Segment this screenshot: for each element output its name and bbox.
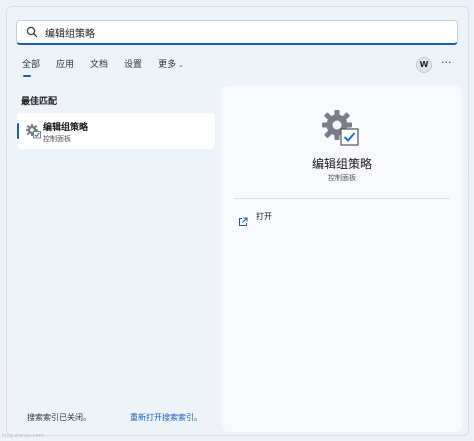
avatar[interactable]: W (416, 57, 432, 73)
group-policy-icon (25, 123, 41, 139)
watermark: blog.ztanyu.com (2, 433, 44, 439)
reopen-index-link[interactable]: 重新打开搜索索引。 (130, 412, 202, 423)
open-label: 打开 (256, 212, 272, 221)
result-subtitle: 控制面板 (43, 135, 71, 143)
tab-more-label: 更多 (158, 60, 177, 70)
best-match-result[interactable]: 编辑组策略 控制面板 (17, 113, 215, 149)
tab-settings[interactable]: 设置 (124, 58, 142, 74)
open-external-icon (238, 212, 248, 226)
detail-subtitle: 控制面板 (328, 174, 356, 182)
selection-indicator (17, 123, 19, 139)
detail-title: 编辑组策略 (311, 157, 372, 171)
search-box[interactable] (16, 20, 458, 45)
chevron-down-icon: ⌄ (178, 61, 184, 69)
more-options-icon[interactable]: ··· (441, 56, 452, 69)
best-match-heading: 最佳匹配 (21, 97, 58, 107)
index-status-text: 搜索索引已关闭。 (27, 413, 91, 422)
filter-tabs: 全部 应用 文档 设置 更多 ⌄ (22, 58, 200, 77)
divider (234, 198, 450, 199)
detail-pane: 编辑组策略 控制面板 打开 (222, 86, 462, 432)
search-input[interactable] (45, 26, 425, 38)
open-action[interactable]: 打开 (238, 211, 272, 226)
tab-apps[interactable]: 应用 (56, 58, 74, 74)
group-policy-large-icon (320, 108, 360, 148)
tab-more[interactable]: 更多 ⌄ (158, 58, 184, 74)
result-title: 编辑组策略 (43, 123, 89, 133)
tab-documents[interactable]: 文档 (90, 58, 108, 74)
tab-all[interactable]: 全部 (22, 58, 40, 77)
search-icon (25, 25, 39, 39)
